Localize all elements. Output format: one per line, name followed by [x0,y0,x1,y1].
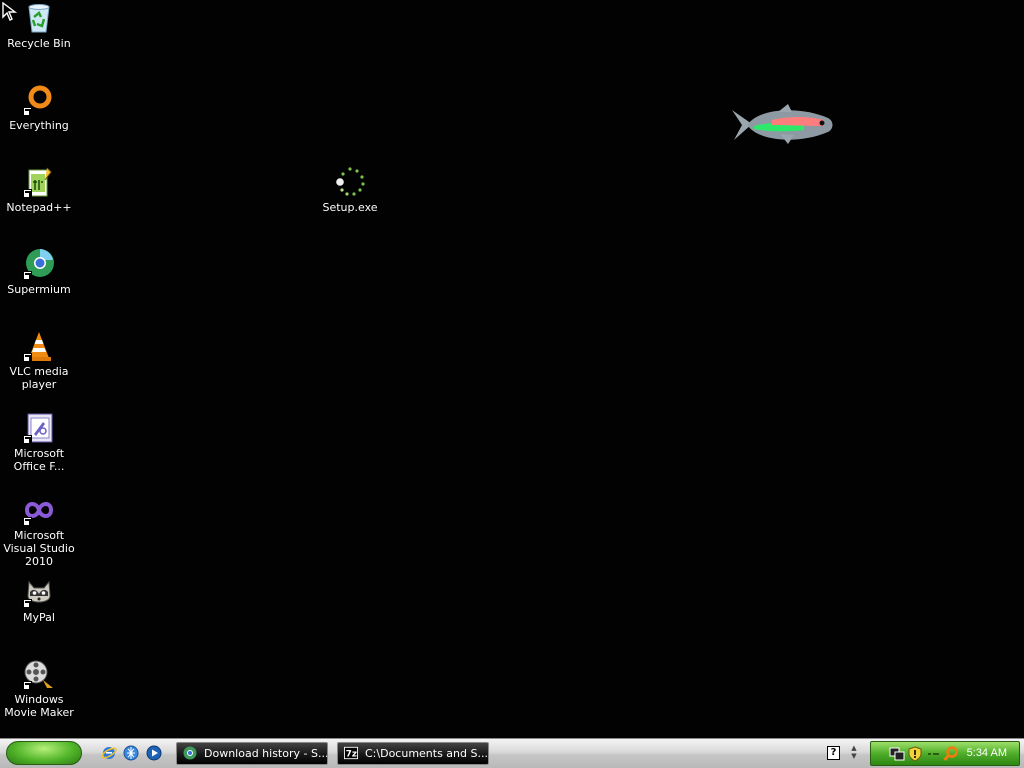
start-button[interactable] [6,741,82,765]
desktop-icon-label: Windows Movie Maker [4,693,74,719]
recycle-bin-icon [28,4,50,33]
shortcut-arrow-icon [23,681,32,690]
media-player-icon[interactable] [146,745,162,761]
desktop-icon-microsoft-office[interactable]: Microsoft Office F... [0,412,78,473]
fish-icon [732,104,833,144]
tray-expand-chevron-icon[interactable]: ▲ ▼ [849,744,859,762]
desktop-icon-label: Setup.exe [322,201,378,214]
desktop-icon-vlc-media-player[interactable]: VLC media player [0,330,78,391]
shortcut-arrow-icon [23,107,32,116]
desktop-icon-supermium[interactable]: Supermium [0,248,78,296]
svg-text:7z: 7z [346,750,357,760]
desktop-icon-setup-exe[interactable]: Setup.exe [311,166,389,214]
shortcut-arrow-icon [23,517,32,526]
search-icon[interactable] [943,746,959,762]
desktop-icon-label: Everything [9,119,69,132]
shortcut-arrow-icon [23,353,32,362]
desktop-icon-recycle-bin[interactable]: Recycle Bin [0,2,78,50]
volume-icon[interactable] [925,746,941,762]
taskbar-button-download-history[interactable]: Download history - S... [176,742,328,765]
browser-globe-icon[interactable] [123,745,139,761]
desktop-icon-label: VLC media player [9,365,69,391]
system-tray: 5:34 AM [870,741,1020,766]
taskbar-clock[interactable]: 5:34 AM [967,742,1007,765]
desktop-icon-label: Recycle Bin [7,37,71,50]
7zip-icon: 7z [344,746,358,760]
desktop-icon-label: MyPal [23,611,55,624]
shortcut-arrow-icon [23,435,32,444]
desktop-icon-label: Microsoft Visual Studio 2010 [3,529,75,568]
desktop-icon-label: Microsoft Office F... [13,447,65,473]
desktop-icon-label: Supermium [7,283,71,296]
desktop-icon-everything[interactable]: Everything [0,84,78,132]
desktop-icon-windows-movie-maker[interactable]: Windows Movie Maker [0,658,78,719]
taskbar: Download history - S... 7z C:\Documents … [0,738,1024,768]
taskbar-button-documents-folder[interactable]: 7z C:\Documents and S... [337,742,489,765]
desktop-icon-notepad-plus-plus[interactable]: Notepad++ [0,166,78,214]
shortcut-arrow-icon [23,599,32,608]
loading-spinner-icon [336,167,365,196]
desktop: Recycle Bin Everything Notepad++ Supermi… [0,0,1024,738]
shortcut-arrow-icon [23,271,32,280]
shortcut-arrow-icon [23,189,32,198]
network-icon[interactable] [889,746,905,762]
help-icon[interactable]: ? [827,746,840,760]
supermium-browser-icon [183,746,197,760]
desktop-icon-label: Notepad++ [6,201,72,214]
taskbar-button-label: Download history - S... [204,747,328,760]
desktop-icon-visual-studio-2010[interactable]: Microsoft Visual Studio 2010 [0,494,78,568]
desktop-icon-mypal[interactable]: MyPal [0,576,78,624]
taskbar-button-label: C:\Documents and S... [365,747,488,760]
internet-explorer-icon[interactable] [101,745,117,761]
security-shield-icon[interactable] [907,746,923,762]
